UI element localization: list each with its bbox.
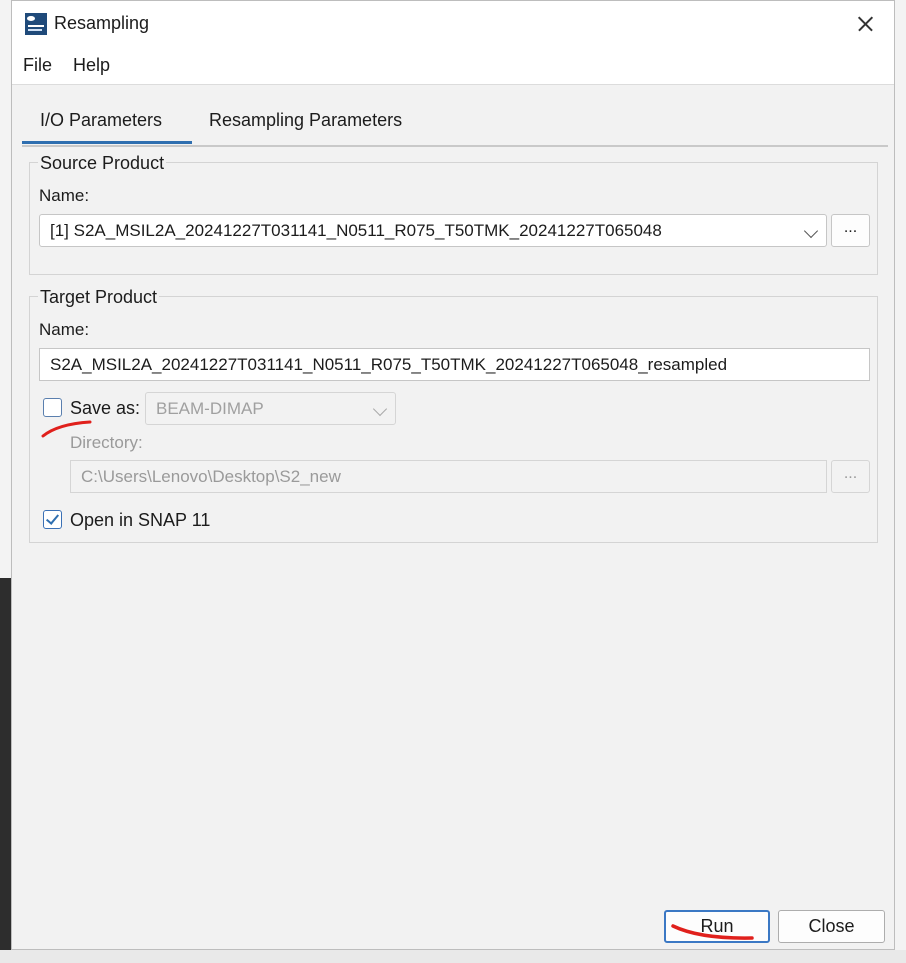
red-annotation-marks: [41, 420, 754, 940]
annotation-under-save-as: [41, 420, 92, 438]
annotation-under-run: [671, 924, 754, 940]
